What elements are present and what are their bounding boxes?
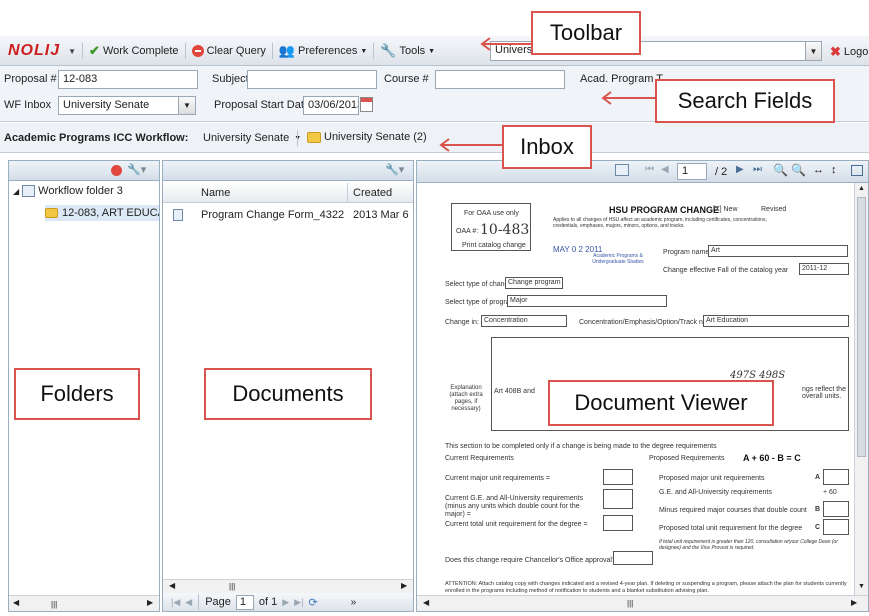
callout-folders: Folders — [14, 368, 140, 420]
callout-document-viewer: Document Viewer — [548, 380, 774, 426]
callout-search-fields: Search Fields — [655, 79, 835, 123]
callout-toolbar: Toolbar — [531, 11, 641, 55]
callout-documents: Documents — [204, 368, 372, 420]
callout-inbox: Inbox — [502, 125, 592, 169]
